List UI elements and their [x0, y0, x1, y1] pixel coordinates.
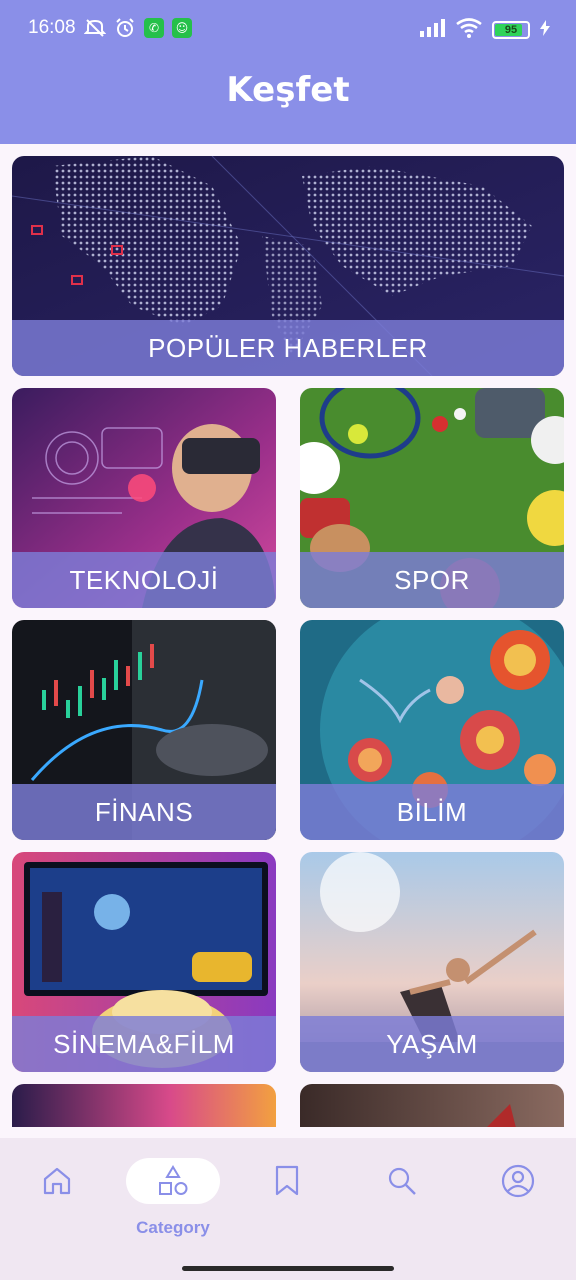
- category-label: BİLİM: [300, 784, 564, 840]
- gesture-bar: [182, 1266, 394, 1271]
- mute-icon: [84, 17, 106, 39]
- battery-level: 95: [504, 24, 518, 36]
- status-time: 16:08: [28, 17, 76, 38]
- category-label: TEKNOLOJİ: [12, 552, 276, 608]
- status-icons-right: 95: [420, 18, 550, 42]
- wifi-icon: [456, 18, 482, 42]
- bottom-navigation: Category: [0, 1138, 576, 1280]
- bookmark-icon: [275, 1165, 299, 1196]
- category-card-finance[interactable]: FİNANS: [12, 620, 276, 840]
- signal-icon: [420, 19, 446, 41]
- home-icon: [43, 1167, 71, 1195]
- abstract-image: [12, 1084, 276, 1127]
- nav-profile[interactable]: [463, 1138, 573, 1258]
- charging-icon: [540, 20, 550, 40]
- category-icon: [159, 1165, 188, 1195]
- nav-category[interactable]: Category: [118, 1138, 228, 1258]
- nav-category-label: Category: [136, 1218, 210, 1237]
- category-card-popular-news[interactable]: POPÜLER HABERLER: [12, 156, 564, 376]
- category-label: FİNANS: [12, 784, 276, 840]
- status-bar: 16:08 ✆ ☺ 95: [0, 0, 576, 60]
- category-card-science[interactable]: BİLİM: [300, 620, 564, 840]
- page-title: Keşfet: [226, 70, 350, 110]
- profile-icon: [501, 1164, 535, 1198]
- flag-image: [300, 1084, 564, 1127]
- nav-search[interactable]: [347, 1138, 457, 1258]
- category-label: POPÜLER HABERLER: [12, 320, 564, 376]
- category-card-sport[interactable]: SPOR: [300, 388, 564, 608]
- nav-bookmarks[interactable]: [232, 1138, 342, 1258]
- category-card-partial-right[interactable]: [300, 1084, 564, 1127]
- category-label: SİNEMA&FİLM: [12, 1016, 276, 1072]
- app-header: 16:08 ✆ ☺ 95 Keşfet: [0, 0, 576, 144]
- search-icon: [388, 1167, 416, 1195]
- category-label: SPOR: [300, 552, 564, 608]
- status-icons-left: ✆ ☺: [84, 17, 192, 39]
- category-card-technology[interactable]: TEKNOLOJİ: [12, 388, 276, 608]
- nav-home[interactable]: [2, 1138, 112, 1258]
- whatsapp-icon: ✆: [144, 18, 164, 38]
- alarm-icon: [114, 17, 136, 39]
- category-card-cinema[interactable]: SİNEMA&FİLM: [12, 852, 276, 1072]
- category-grid: POPÜLER HABERLER TEKNOLOJİ SPOR FİNANS B…: [0, 144, 576, 1127]
- battery-icon: 95: [492, 21, 530, 39]
- app-notification-icon: ☺: [172, 18, 192, 38]
- category-label: YAŞAM: [300, 1016, 564, 1072]
- category-card-partial-left[interactable]: [12, 1084, 276, 1127]
- category-card-life[interactable]: YAŞAM: [300, 852, 564, 1072]
